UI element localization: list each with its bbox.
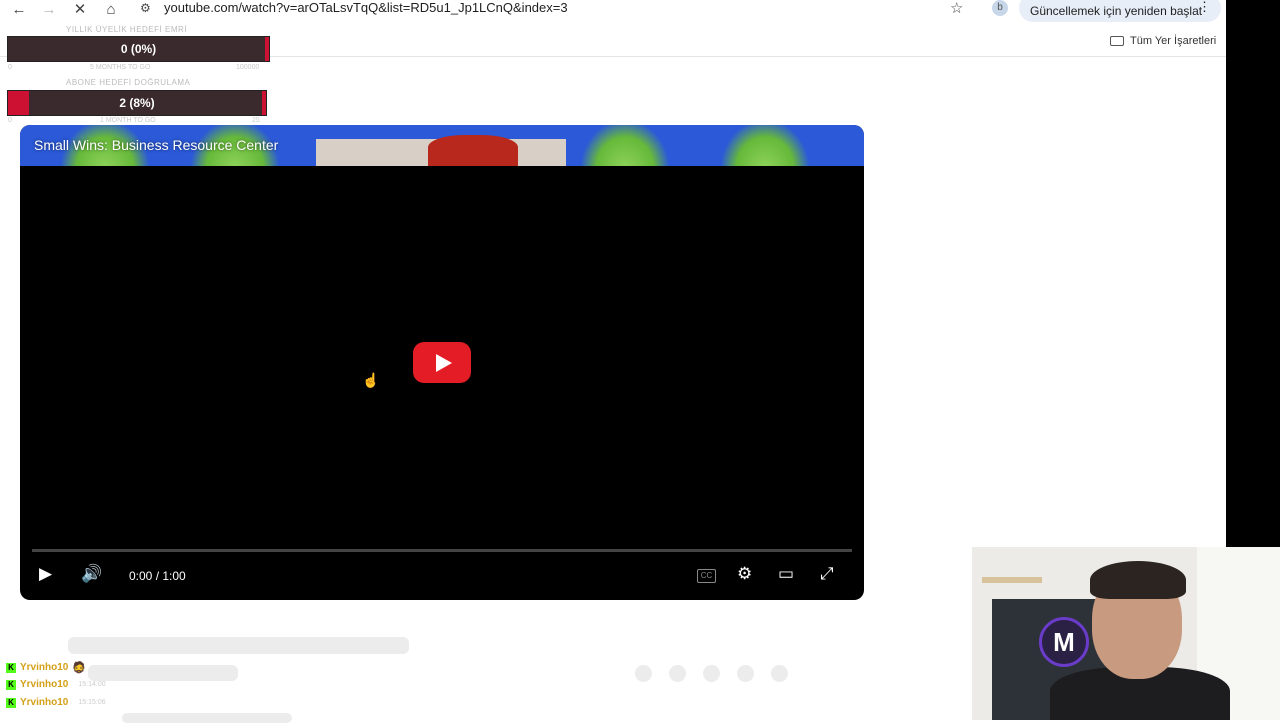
forward-icon[interactable]: →: [38, 0, 60, 18]
player-controls: ▶ 🔊 0:00 / 1:00 CC ⚙ ▭ ⤢: [20, 561, 864, 591]
action-skeleton: [737, 665, 754, 682]
title-skeleton: [68, 637, 409, 654]
settings-gear-icon[interactable]: ⚙: [737, 564, 752, 584]
chat-username: Yrvinho10: [20, 697, 69, 708]
home-icon[interactable]: ⌂: [100, 0, 122, 18]
bookmark-star-icon[interactable]: ☆: [950, 0, 963, 17]
stop-loading-icon[interactable]: ✕: [69, 0, 91, 18]
chat-time: 15:15:06: [78, 699, 106, 706]
youtube-play-button[interactable]: [413, 342, 471, 383]
all-bookmarks-button[interactable]: Tüm Yer İşaretleri: [1110, 35, 1216, 47]
chat-message: K Yrvinho10 15:14:00: [6, 679, 106, 690]
channel-logo: M: [1039, 617, 1089, 667]
profile-avatar[interactable]: b: [992, 0, 1008, 16]
seek-bar[interactable]: [32, 549, 852, 552]
streamer-webcam: M: [972, 547, 1280, 720]
goal-value: 2 (8%): [119, 96, 155, 110]
captions-icon[interactable]: CC: [697, 569, 716, 583]
volume-icon[interactable]: 🔊: [81, 564, 102, 584]
play-icon[interactable]: ▶: [39, 564, 52, 584]
theater-mode-icon[interactable]: ▭: [778, 564, 794, 584]
goal-min: 0: [8, 117, 12, 124]
chat-username: Yrvinho10: [20, 679, 69, 690]
kick-badge-icon: K: [6, 697, 16, 708]
folder-icon: [1110, 36, 1124, 46]
play-icon: [435, 353, 452, 372]
menu-dots-icon[interactable]: ⋮: [1198, 0, 1211, 15]
site-info-icon[interactable]: ⚙: [140, 1, 151, 15]
channel-skeleton: [88, 665, 238, 681]
chat-message: K Yrvinho10 🧔: [6, 661, 86, 674]
all-bookmarks-label: Tüm Yer İşaretleri: [1130, 35, 1217, 47]
chat-username: Yrvinho10: [20, 662, 69, 673]
goal-max: 25: [252, 117, 260, 124]
goal-remaining: 1 MONTH TO GO: [100, 117, 156, 124]
side-black-area: [1226, 0, 1280, 547]
back-icon[interactable]: ←: [8, 0, 30, 18]
goal-max: 100000: [236, 64, 260, 71]
browser-toolbar: ← → ✕ ⌂ ⚙ youtube.com/watch?v=arOTaLsvTq…: [0, 0, 1226, 22]
chat-time: 15:14:00: [78, 681, 106, 688]
update-restart-label: Güncellemek için yeniden başlat: [1030, 4, 1203, 18]
video-player[interactable]: Small Wins: Business Resource Center ☝ ▶…: [20, 125, 864, 600]
chat-message: K Yrvinho10 15:15:06: [6, 697, 106, 708]
video-thumbnail: Small Wins: Business Resource Center: [20, 125, 864, 166]
kick-badge-icon: K: [6, 679, 16, 690]
video-title[interactable]: Small Wins: Business Resource Center: [34, 137, 278, 153]
goal-fill: [8, 91, 29, 115]
goal-caption: ABONE HEDEFİ DOĞRULAMA: [66, 78, 191, 87]
time-display: 0:00 / 1:00: [129, 569, 186, 583]
goal-min: 0: [8, 64, 12, 71]
action-skeleton: [635, 665, 652, 682]
fullscreen-icon[interactable]: ⤢: [820, 564, 834, 584]
hand-cursor-icon: ☝: [362, 372, 380, 388]
action-skeleton: [703, 665, 720, 682]
membership-goal-bar: 0 (0%): [7, 36, 270, 62]
goal-remaining: 5 MONTHS TO GO: [90, 64, 151, 71]
goal-endcap: [265, 37, 269, 61]
goal-caption: YILLIK ÜYELİK HEDEFİ EMRİ: [66, 25, 187, 34]
goal-value: 0 (0%): [120, 42, 157, 56]
update-restart-button[interactable]: Güncellemek için yeniden başlat ⋮: [1019, 0, 1221, 22]
emote-icon: 🧔: [72, 662, 87, 674]
action-skeleton: [771, 665, 788, 682]
subscriber-goal-bar: 2 (8%): [7, 90, 267, 116]
goal-endcap: [262, 91, 266, 115]
address-bar[interactable]: youtube.com/watch?v=arOTaLsvTqQ&list=RD5…: [164, 0, 568, 16]
desc-skeleton: [122, 713, 292, 723]
kick-badge-icon: K: [6, 662, 16, 673]
action-skeleton: [669, 665, 686, 682]
